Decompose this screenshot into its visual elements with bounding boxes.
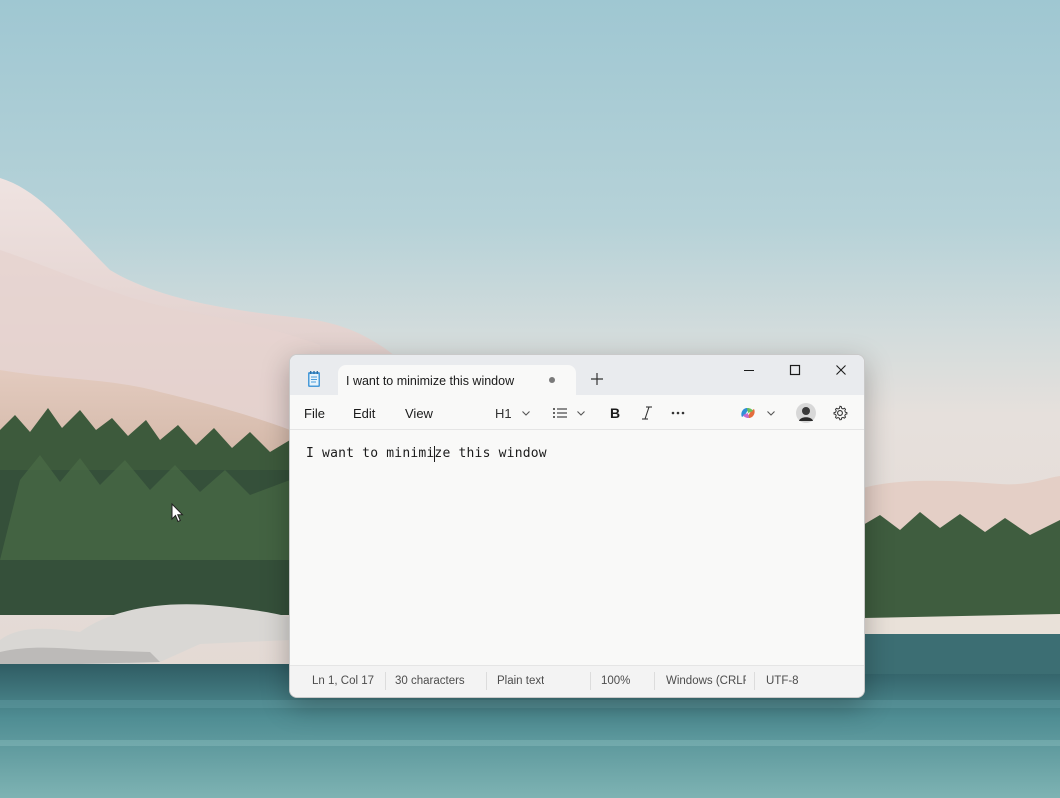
editor-content[interactable]: I want to minimize this window: [306, 446, 547, 461]
status-divider: [754, 672, 755, 690]
status-divider: [654, 672, 655, 690]
svg-text:B: B: [610, 405, 620, 421]
maximize-button[interactable]: [772, 355, 818, 385]
document-tab[interactable]: I want to minimize this window: [338, 365, 576, 395]
menu-edit[interactable]: Edit: [353, 406, 375, 421]
unsaved-indicator-icon[interactable]: [549, 377, 555, 383]
tab-title: I want to minimize this window: [346, 374, 515, 388]
status-divider: [486, 672, 487, 690]
status-line-ending: Windows (CRLF): [666, 675, 746, 687]
status-bar: Ln 1, Col 17 30 characters Plain text 10…: [290, 665, 864, 697]
copilot-icon: [741, 408, 755, 418]
status-format: Plain text: [497, 675, 545, 687]
mouse-pointer-icon: [171, 503, 184, 523]
status-divider: [590, 672, 591, 690]
chevron-down-icon: [521, 411, 530, 416]
notepad-app-icon: [308, 371, 320, 387]
chevron-down-icon: [767, 411, 775, 416]
title-bar[interactable]: I want to minimize this window: [290, 355, 864, 395]
copilot-dropdown[interactable]: [739, 403, 776, 423]
close-icon: [836, 365, 846, 375]
status-zoom[interactable]: 100%: [601, 675, 630, 687]
list-icon: [553, 408, 567, 418]
notepad-window: I want to minimize this window File Edit…: [289, 354, 865, 698]
menu-file[interactable]: File: [304, 406, 325, 421]
menu-bar: File Edit View H1 B: [290, 395, 864, 430]
menu-view[interactable]: View: [405, 406, 433, 421]
chevron-down-icon: [577, 411, 585, 416]
more-icon: [671, 411, 685, 415]
bold-icon: B: [610, 405, 620, 421]
settings-button[interactable]: [832, 403, 848, 423]
status-encoding: UTF-8: [766, 675, 799, 687]
maximize-icon: [789, 364, 801, 376]
heading-label: H1: [495, 405, 512, 421]
more-options-button[interactable]: [670, 403, 686, 423]
minimize-icon: [744, 370, 754, 371]
bold-button[interactable]: B: [608, 403, 622, 423]
minimize-button[interactable]: [726, 355, 772, 385]
italic-button[interactable]: [640, 403, 654, 423]
status-characters: 30 characters: [395, 675, 465, 687]
heading-dropdown[interactable]: H1: [495, 403, 531, 423]
avatar: [796, 403, 816, 423]
gear-icon: [833, 405, 848, 421]
text-caret: [434, 446, 435, 462]
status-divider: [385, 672, 386, 690]
text-editor[interactable]: I want to minimize this window: [290, 430, 864, 665]
list-dropdown[interactable]: [552, 403, 586, 423]
status-position: Ln 1, Col 17: [312, 675, 375, 687]
plus-icon[interactable]: [589, 371, 605, 387]
italic-icon: [642, 406, 652, 420]
account-button[interactable]: [796, 403, 816, 423]
close-button[interactable]: [818, 355, 864, 385]
